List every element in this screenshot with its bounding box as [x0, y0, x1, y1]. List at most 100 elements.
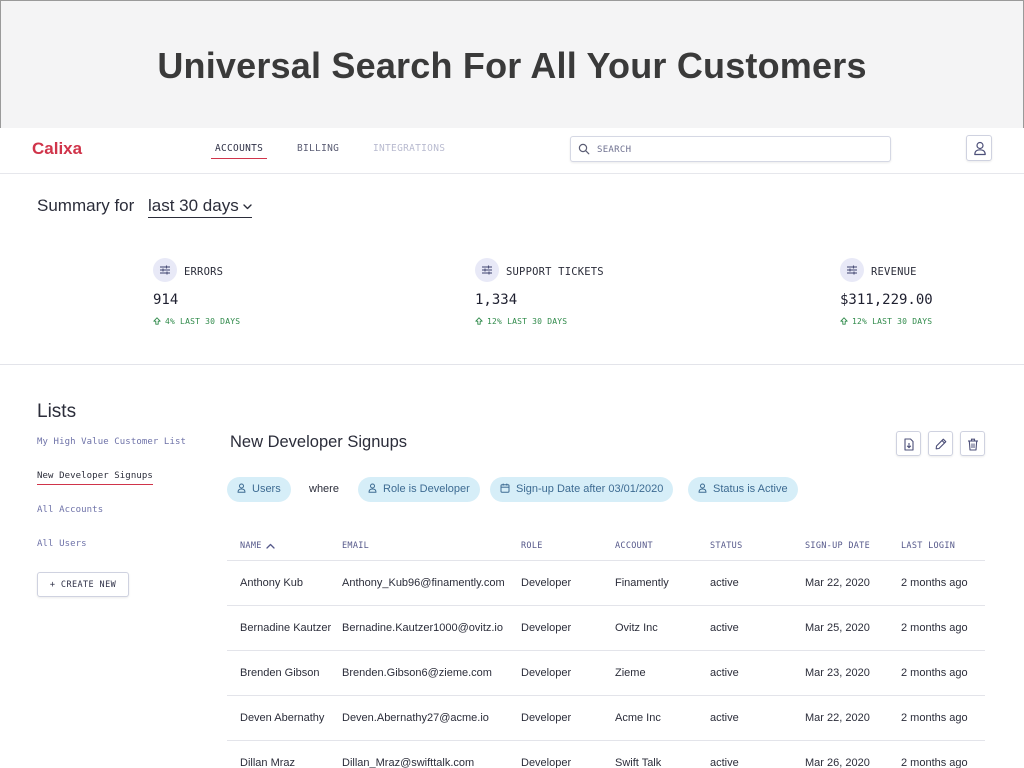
- file-export-icon: [904, 438, 914, 451]
- cell-email: Bernadine.Kautzer1000@ovitz.io: [332, 605, 508, 651]
- metric-trend: 12% LAST 30 DAYS: [475, 317, 567, 326]
- cell-role: Developer: [508, 695, 602, 741]
- list-link-high-value-customers[interactable]: My High Value Customer List: [37, 437, 186, 447]
- metric-trend: 4% LAST 30 DAYS: [153, 317, 240, 326]
- cell-account: Zieme: [602, 650, 697, 696]
- cell-email: Anthony_Kub96@finamently.com: [332, 560, 508, 606]
- section-divider: [0, 364, 1024, 365]
- cell-status: active: [697, 605, 792, 651]
- user-icon: [974, 141, 986, 156]
- summary-title: Summary for: [37, 196, 135, 215]
- table-row[interactable]: Anthony Kub Anthony_Kub96@finamently.com…: [227, 560, 985, 606]
- filter-chip-label: Users: [252, 483, 281, 495]
- cell-status: active: [697, 695, 792, 741]
- filter-chip-label: Sign-up Date after 03/01/2020: [516, 483, 664, 495]
- metric-label: REVENUE: [871, 266, 917, 278]
- cell-signup-date: Mar 22, 2020: [792, 695, 888, 741]
- sliders-icon: [153, 258, 177, 282]
- column-header-signup-date[interactable]: SIGN-UP DATE: [792, 532, 888, 561]
- app-header: Calixa ACCOUNTS BILLING INTEGRATIONS: [0, 128, 1024, 174]
- cell-name: Brenden Gibson: [227, 650, 332, 696]
- cell-last-login: 2 months ago: [888, 560, 985, 606]
- sliders-icon: [475, 258, 499, 282]
- filter-chip-status[interactable]: Status is Active: [688, 477, 798, 502]
- edit-list-button[interactable]: [928, 431, 953, 456]
- user-menu-button[interactable]: [966, 135, 992, 161]
- cell-signup-date: Mar 22, 2020: [792, 560, 888, 606]
- filter-chip-role[interactable]: Role is Developer: [358, 477, 480, 502]
- search-icon: [578, 143, 590, 155]
- sliders-icon: [840, 258, 864, 282]
- user-icon: [368, 483, 377, 493]
- column-header-name[interactable]: NAME: [227, 532, 332, 561]
- cell-signup-date: Mar 26, 2020: [792, 740, 888, 768]
- create-new-list-button[interactable]: + CREATE NEW: [37, 572, 129, 597]
- pencil-icon: [935, 438, 947, 450]
- users-table: NAME EMAIL ROLE ACCOUNT STATUS SIGN-UP D…: [227, 532, 985, 768]
- search-box[interactable]: [570, 136, 891, 162]
- column-header-status[interactable]: STATUS: [697, 532, 792, 561]
- search-input[interactable]: [597, 141, 877, 158]
- metric-value: 914: [153, 292, 179, 308]
- user-icon: [237, 483, 246, 493]
- promo-banner: Universal Search For All Your Customers: [0, 0, 1024, 128]
- nav-tab-billing[interactable]: BILLING: [297, 143, 339, 158]
- date-range-value: last 30 days: [148, 196, 239, 215]
- date-range-dropdown[interactable]: last 30 days: [148, 196, 252, 218]
- cell-role: Developer: [508, 650, 602, 696]
- column-header-email[interactable]: EMAIL: [332, 532, 508, 561]
- metric-trend: 12% LAST 30 DAYS: [840, 317, 932, 326]
- cell-status: active: [697, 740, 792, 768]
- arrow-up-icon: [153, 317, 161, 325]
- cell-last-login: 2 months ago: [888, 650, 985, 696]
- cell-name: Dillan Mraz: [227, 740, 332, 768]
- nav-tab-accounts[interactable]: ACCOUNTS: [211, 143, 268, 159]
- cell-account: Swift Talk: [602, 740, 697, 768]
- arrow-up-icon: [475, 317, 483, 325]
- table-row[interactable]: Deven Abernathy Deven.Abernathy27@acme.i…: [227, 695, 985, 741]
- cell-last-login: 2 months ago: [888, 740, 985, 768]
- app-logo[interactable]: Calixa: [32, 139, 82, 159]
- arrow-up-icon: [840, 317, 848, 325]
- cell-last-login: 2 months ago: [888, 695, 985, 741]
- export-button[interactable]: [896, 431, 921, 456]
- filter-chip-subject[interactable]: Users: [227, 477, 291, 502]
- trash-icon: [968, 438, 978, 451]
- cell-last-login: 2 months ago: [888, 605, 985, 651]
- delete-list-button[interactable]: [960, 431, 985, 456]
- cell-email: Deven.Abernathy27@acme.io: [332, 695, 508, 741]
- cell-status: active: [697, 650, 792, 696]
- metric-label: SUPPORT TICKETS: [506, 266, 604, 278]
- lists-title: Lists: [37, 401, 77, 422]
- list-title: New Developer Signups: [230, 433, 408, 451]
- filter-chip-signup-date[interactable]: Sign-up Date after 03/01/2020: [490, 477, 674, 502]
- metric-value: 1,334: [475, 292, 518, 308]
- table-row[interactable]: Bernadine Kautzer Bernadine.Kautzer1000@…: [227, 605, 985, 651]
- list-link-new-developer-signups[interactable]: New Developer Signups: [37, 471, 153, 485]
- cell-account: Finamently: [602, 560, 697, 606]
- table-row[interactable]: Dillan Mraz Dillan_Mraz@swifttalk.com De…: [227, 740, 985, 768]
- filter-chip-label: Role is Developer: [383, 483, 470, 495]
- chevron-down-icon: [243, 203, 252, 209]
- filter-chip-label: Status is Active: [713, 483, 788, 495]
- table-header-row: NAME EMAIL ROLE ACCOUNT STATUS SIGN-UP D…: [227, 532, 985, 561]
- table-row[interactable]: Brenden Gibson Brenden.Gibson6@zieme.com…: [227, 650, 985, 696]
- banner-title: Universal Search For All Your Customers: [157, 45, 867, 86]
- list-link-all-accounts[interactable]: All Accounts: [37, 505, 103, 515]
- cell-signup-date: Mar 25, 2020: [792, 605, 888, 651]
- nav-tab-integrations[interactable]: INTEGRATIONS: [373, 143, 445, 158]
- cell-name: Bernadine Kautzer: [227, 605, 332, 651]
- cell-account: Ovitz Inc: [602, 605, 697, 651]
- column-header-account[interactable]: ACCOUNT: [602, 532, 697, 561]
- filter-connector: where: [309, 483, 339, 495]
- metric-value: $311,229.00: [840, 292, 933, 308]
- user-icon: [698, 483, 707, 493]
- column-header-last-login[interactable]: LAST LOGIN: [888, 532, 985, 561]
- column-header-label: NAME: [240, 540, 262, 551]
- cell-signup-date: Mar 23, 2020: [792, 650, 888, 696]
- column-header-role[interactable]: ROLE: [508, 532, 602, 561]
- cell-email: Brenden.Gibson6@zieme.com: [332, 650, 508, 696]
- list-link-all-users[interactable]: All Users: [37, 539, 87, 549]
- metric-trend-text: 12% LAST 30 DAYS: [487, 317, 568, 326]
- cell-status: active: [697, 560, 792, 606]
